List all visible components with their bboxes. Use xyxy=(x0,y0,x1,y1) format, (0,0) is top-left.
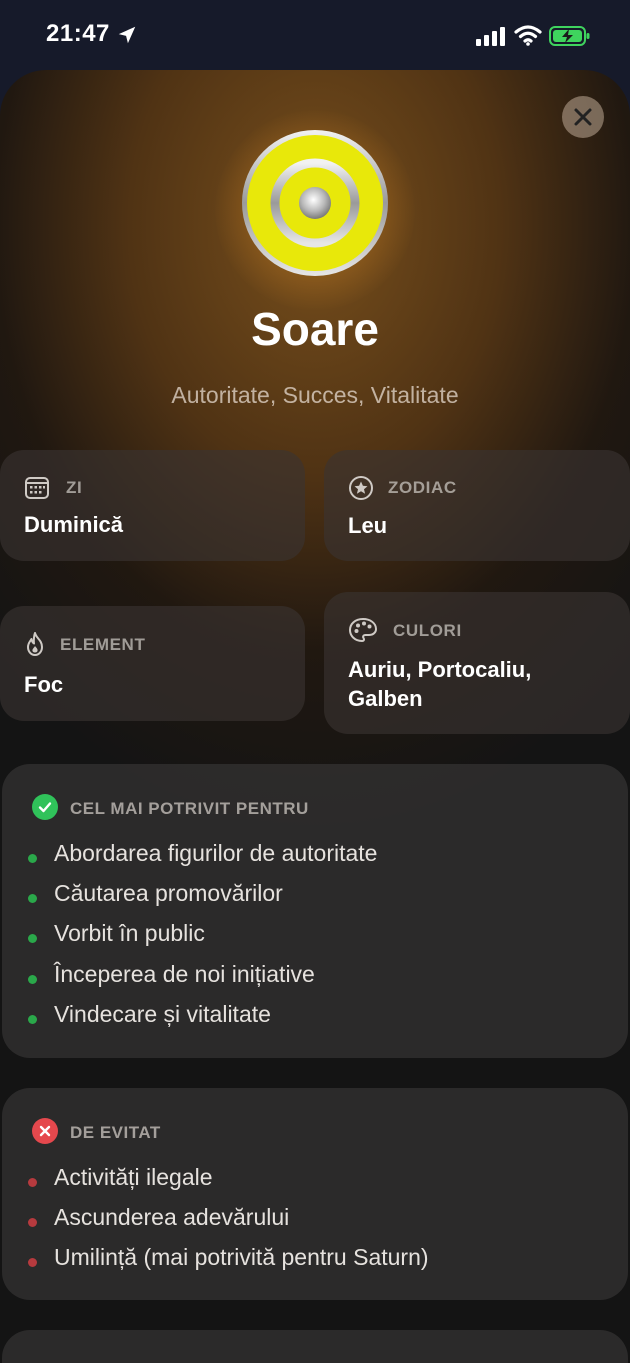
element-label: ELEMENT xyxy=(60,635,146,654)
colors-value-line2: Galben xyxy=(348,686,423,711)
avoid-title: DE EVITAT xyxy=(70,1123,161,1142)
list-item-text: Umilință (mai potrivită pentru Saturn) xyxy=(54,1244,429,1271)
calendar-icon xyxy=(25,477,49,499)
list-item-text: Vindecare și vitalitate xyxy=(54,1000,271,1027)
close-button[interactable] xyxy=(562,96,604,138)
check-badge-icon xyxy=(32,794,58,820)
status-bar: 21:47 xyxy=(0,0,630,70)
bullet-dot xyxy=(28,934,37,944)
day-value: Duminică xyxy=(24,512,124,537)
zodiac-value: Leu xyxy=(348,513,388,538)
list-item-text: Ascunderea adevărului xyxy=(54,1204,290,1231)
cellular-signal-icon xyxy=(476,27,505,46)
best-for-card: CEL MAI POTRIVIT PENTRU Abordarea figuri… xyxy=(2,764,628,1058)
planet-keywords: Autoritate, Succes, Vitalitate xyxy=(171,382,459,408)
zodiac-card: ZODIAC Leu xyxy=(324,450,630,561)
list-item-text: Căutarea promovărilor xyxy=(54,880,283,907)
colors-value-line1: Auriu, Portocaliu, xyxy=(348,657,532,682)
colors-label: CULORI xyxy=(393,621,462,640)
bullet-dot xyxy=(28,854,37,863)
bullet-dot xyxy=(28,1218,37,1228)
planet-detail-sheet: Soare Autoritate, Succes, Vitalitate ZI … xyxy=(0,70,630,1363)
day-label: ZI xyxy=(66,478,83,497)
palette-icon xyxy=(349,618,377,642)
star-circle-icon xyxy=(349,476,373,500)
planet-title: Soare xyxy=(251,303,379,355)
best-for-title: CEL MAI POTRIVIT PENTRU xyxy=(70,799,309,818)
bullet-dot xyxy=(28,1014,37,1024)
avoid-card: DE EVITAT Activități ilegale Ascunderea a… xyxy=(2,1088,628,1300)
colors-card: CULORI Auriu, Portocaliu, Galben xyxy=(324,592,630,734)
bullet-dot xyxy=(28,1178,37,1187)
wifi-icon xyxy=(514,25,542,46)
bullet-dot xyxy=(28,894,37,904)
element-card: ELEMENT Foc xyxy=(0,606,305,721)
list-item-text: Începerea de noi inițiative xyxy=(54,960,315,987)
list-item-text: Abordarea figurilor de autoritate xyxy=(54,840,378,866)
battery-charging-icon xyxy=(549,26,590,46)
day-card: ZI Duminică xyxy=(0,450,305,561)
sun-planet-icon xyxy=(242,130,388,276)
x-badge-icon xyxy=(32,1118,58,1144)
bullet-dot xyxy=(28,974,37,984)
zodiac-label: ZODIAC xyxy=(388,478,457,497)
status-time: 21:47 xyxy=(46,20,110,47)
list-item-text: Activități ilegale xyxy=(54,1164,213,1190)
list-item-text: Vorbit în public xyxy=(54,920,205,947)
next-card xyxy=(2,1330,628,1363)
element-value: Foc xyxy=(24,672,64,697)
flame-icon xyxy=(27,632,43,656)
close-icon xyxy=(574,108,592,126)
location-arrow-icon xyxy=(118,26,136,44)
bullet-dot xyxy=(28,1258,37,1268)
